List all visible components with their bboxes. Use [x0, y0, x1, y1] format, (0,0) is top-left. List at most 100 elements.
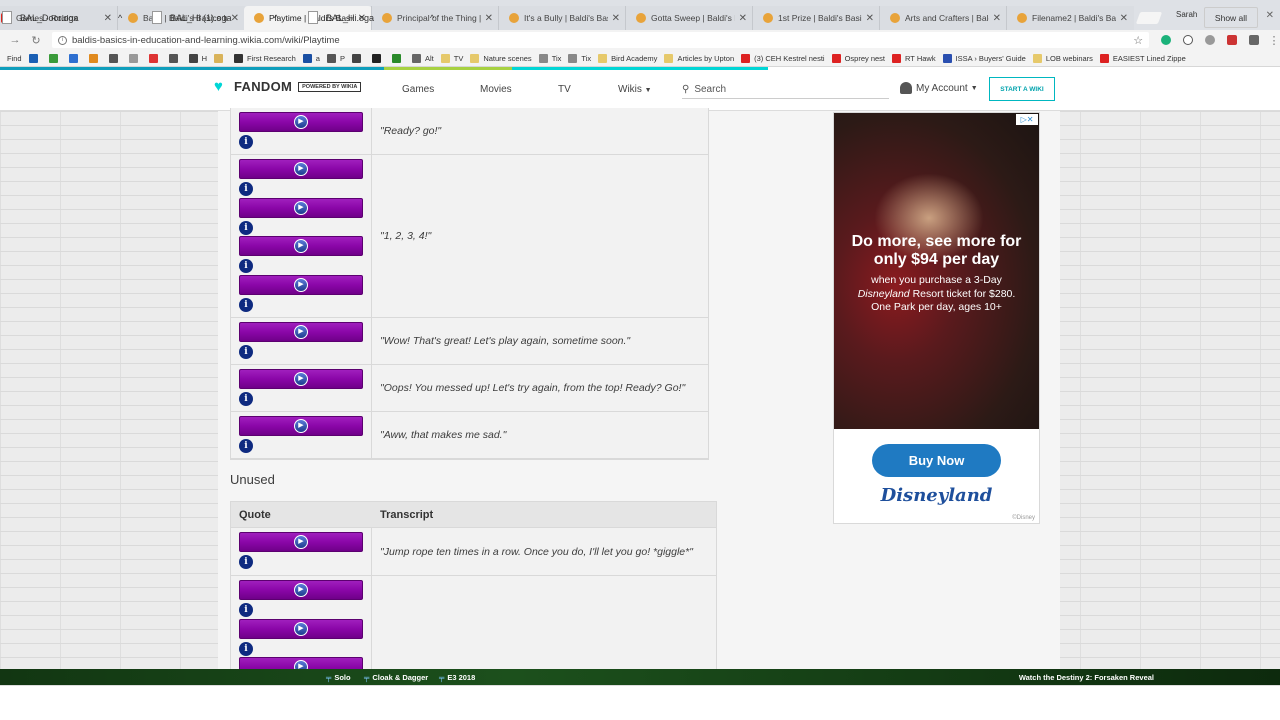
- bookmark-item[interactable]: [88, 53, 102, 63]
- bookmark-item[interactable]: H: [188, 53, 207, 63]
- audio-player[interactable]: ▶: [239, 532, 363, 552]
- audio-player[interactable]: ▶: [239, 236, 363, 256]
- info-icon[interactable]: i: [239, 603, 253, 617]
- audio-player[interactable]: ▶: [239, 580, 363, 600]
- bookmark-item[interactable]: Articles by Upton: [664, 53, 734, 63]
- download-item[interactable]: BAL_Hi (1).oga: [152, 0, 232, 35]
- extension-icon[interactable]: [1227, 35, 1238, 45]
- play-icon[interactable]: ▶: [294, 325, 308, 339]
- play-icon[interactable]: ▶: [294, 372, 308, 386]
- play-icon[interactable]: ▶: [294, 239, 308, 253]
- bookmark-item[interactable]: Tix: [538, 53, 561, 63]
- bookmark-item[interactable]: Bird Academy: [598, 53, 657, 63]
- info-icon[interactable]: i: [239, 641, 253, 656]
- close-tab-icon[interactable]: ✕: [231, 13, 239, 24]
- bookmark-item[interactable]: [28, 53, 42, 63]
- close-icon[interactable]: ✕: [1266, 10, 1274, 21]
- browser-tab[interactable]: Arts and Crafters | Baldi ✕: [879, 6, 1007, 30]
- audio-player[interactable]: ▶: [239, 618, 363, 639]
- ad-choices-close-icon[interactable]: ▷✕: [1016, 114, 1038, 125]
- nav-tv[interactable]: TV: [558, 84, 571, 95]
- download-item[interactable]: BAL_Door.oga: [2, 0, 79, 35]
- profile-name[interactable]: Sarah: [1176, 10, 1197, 19]
- close-tab-icon[interactable]: ✕: [739, 13, 747, 24]
- bookmark-item[interactable]: P: [326, 53, 345, 63]
- info-icon[interactable]: i: [239, 439, 253, 453]
- start-a-wiki-button[interactable]: START A WIKI: [989, 77, 1055, 101]
- buy-now-button[interactable]: Buy Now: [872, 444, 1001, 477]
- bookmark-item[interactable]: Tix: [568, 53, 591, 63]
- play-icon[interactable]: ▶: [294, 277, 308, 292]
- new-tab-button[interactable]: [1135, 12, 1163, 24]
- bookmark-item[interactable]: RT Hawk: [892, 53, 936, 63]
- play-icon[interactable]: ▶: [294, 535, 308, 549]
- audio-player[interactable]: ▶: [239, 274, 363, 295]
- audio-player[interactable]: ▶: [239, 416, 363, 436]
- forward-icon[interactable]: →: [9, 34, 21, 46]
- audio-player[interactable]: ▶: [239, 159, 363, 179]
- audio-player[interactable]: ▶: [239, 112, 363, 132]
- extension-icon[interactable]: [1249, 35, 1260, 45]
- info-icon[interactable]: i: [239, 259, 253, 273]
- play-icon[interactable]: ▶: [294, 419, 308, 433]
- download-options-button[interactable]: ^: [118, 0, 122, 35]
- my-account-menu[interactable]: My Account ▼: [900, 82, 978, 94]
- bookmark-item[interactable]: [108, 53, 122, 63]
- bookmark-item[interactable]: First Research: [234, 53, 296, 63]
- browser-tab[interactable]: Filename2 | Baldi's Basic ✕: [1006, 6, 1134, 30]
- info-icon[interactable]: i: [239, 220, 253, 235]
- nav-movies[interactable]: Movies: [480, 84, 512, 95]
- bookmark-item[interactable]: Alt: [411, 53, 434, 63]
- promo-item[interactable]: ╤ E3 2018: [439, 673, 475, 682]
- bookmark-item[interactable]: EASIEST Lined Zippe: [1099, 53, 1186, 63]
- info-icon[interactable]: i: [239, 297, 253, 312]
- close-tab-icon[interactable]: ✕: [485, 13, 493, 24]
- reload-icon[interactable]: ↻: [30, 34, 42, 47]
- bookmark-item[interactable]: [391, 53, 405, 63]
- close-tab-icon[interactable]: ✕: [1120, 13, 1128, 24]
- bookmark-item[interactable]: [148, 53, 162, 63]
- bookmark-item[interactable]: [371, 53, 385, 63]
- info-icon[interactable]: i: [239, 392, 253, 406]
- bookmark-item[interactable]: [48, 53, 62, 63]
- close-tab-icon[interactable]: ✕: [612, 13, 620, 24]
- download-item[interactable]: BAL_Hi.oga: [308, 0, 374, 35]
- nav-games[interactable]: Games: [402, 84, 434, 95]
- play-icon[interactable]: ▶: [294, 115, 308, 129]
- bookmark-item[interactable]: a: [302, 53, 320, 63]
- bookmark-item[interactable]: TV: [440, 53, 463, 63]
- bookmark-item[interactable]: [351, 53, 365, 63]
- browser-tab[interactable]: Principal of the Thing | B ✕: [371, 6, 499, 30]
- advertisement[interactable]: ▷✕ Do more, see more for only $94 per da…: [833, 112, 1040, 524]
- browser-tab[interactable]: It's a Bully | Baldi's Basic ✕: [498, 6, 626, 30]
- play-icon[interactable]: ▶: [294, 162, 308, 176]
- bookmark-star-icon[interactable]: ☆: [1133, 34, 1143, 47]
- extension-icon[interactable]: [1205, 35, 1216, 45]
- bookmark-item[interactable]: [168, 53, 182, 63]
- close-tab-icon[interactable]: ✕: [104, 13, 112, 24]
- browser-tab[interactable]: 1st Prize | Baldi's Basics ✕: [752, 6, 880, 30]
- menu-icon[interactable]: ⋮: [1268, 34, 1280, 47]
- audio-player[interactable]: ▶: [239, 369, 363, 389]
- promo-item[interactable]: ╤ Cloak & Dagger: [364, 673, 428, 682]
- bookmark-item[interactable]: Nature scenes: [470, 53, 532, 63]
- download-options-button[interactable]: ^: [430, 0, 434, 35]
- play-icon[interactable]: ▶: [294, 200, 308, 215]
- bookmark-item[interactable]: [128, 53, 142, 63]
- info-icon[interactable]: i: [239, 182, 253, 196]
- bookmark-item[interactable]: ISSA › Buyers' Guide: [942, 53, 1026, 63]
- browser-tab[interactable]: Gotta Sweep | Baldi's Ba ✕: [625, 6, 753, 30]
- bookmark-item[interactable]: [214, 53, 227, 63]
- promo-item[interactable]: ╤ Solo: [326, 673, 351, 682]
- close-tab-icon[interactable]: ✕: [993, 13, 1001, 24]
- fandom-logo[interactable]: ♥ FANDOM POWERED BY WIKIA: [214, 79, 362, 94]
- bookmark-item[interactable]: Osprey nest: [831, 53, 885, 63]
- site-info-icon[interactable]: i: [57, 35, 67, 45]
- show-all-downloads-button[interactable]: Show all: [1204, 7, 1258, 28]
- bookmark-item[interactable]: [68, 53, 82, 63]
- bookmark-item[interactable]: Find: [7, 54, 22, 63]
- play-icon[interactable]: ▶: [294, 583, 308, 597]
- block-extension-icon[interactable]: [1183, 35, 1194, 45]
- play-icon[interactable]: ▶: [294, 621, 308, 636]
- bookmark-item[interactable]: LOB webinars: [1032, 53, 1093, 63]
